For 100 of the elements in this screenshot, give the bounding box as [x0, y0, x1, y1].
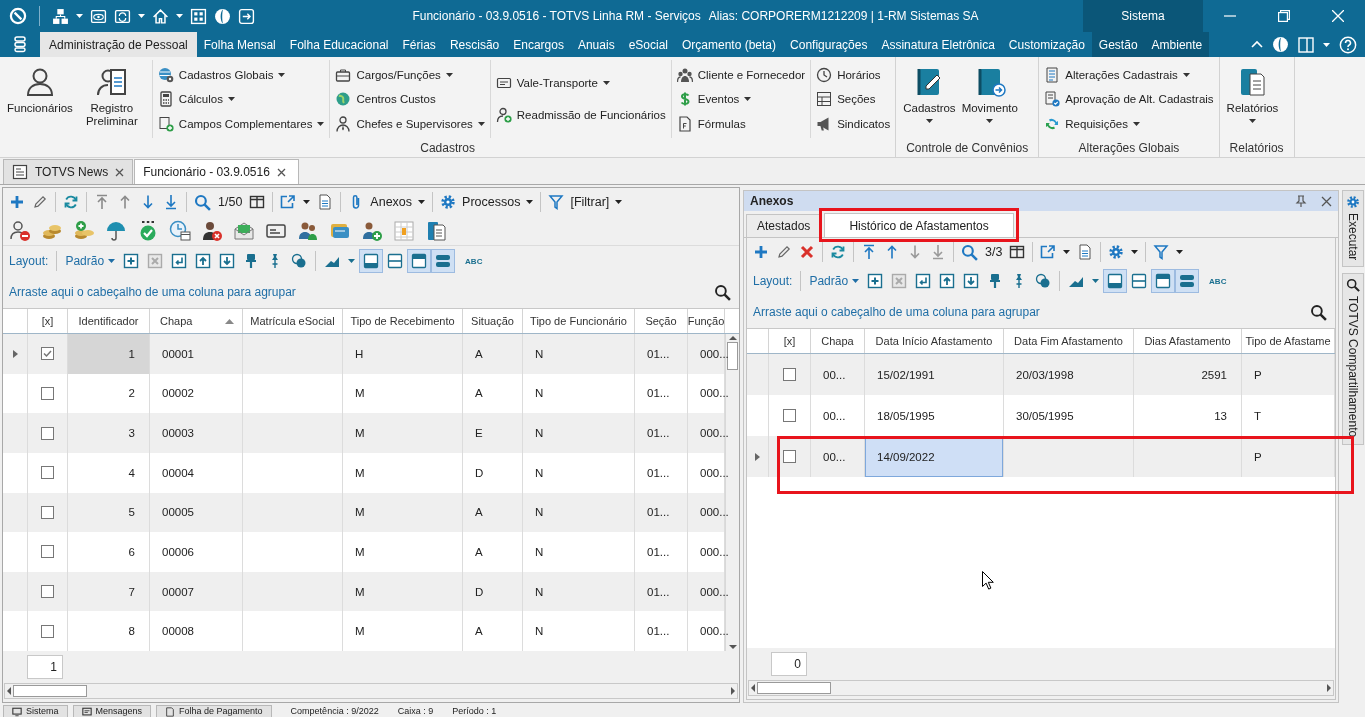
- column-header[interactable]: Seção: [635, 309, 688, 333]
- view-toggle[interactable]: [1103, 269, 1128, 293]
- layout-dropdown[interactable]: Padrão: [809, 274, 860, 288]
- document-tab[interactable]: TOTVS News: [3, 159, 134, 184]
- exit-icon[interactable]: [238, 7, 255, 25]
- ribbon-button[interactable]: Relatórios: [1224, 66, 1281, 123]
- globe-icon[interactable]: [214, 7, 231, 25]
- first-record-icon[interactable]: [861, 244, 877, 260]
- add-box-icon[interactable]: [867, 273, 884, 289]
- view-toggle[interactable]: [431, 249, 456, 273]
- row-checkbox[interactable]: [41, 426, 54, 440]
- menu-tab[interactable]: Gestão: [1091, 32, 1145, 57]
- column-header[interactable]: [x]: [28, 309, 68, 333]
- close-icon[interactable]: [276, 167, 286, 177]
- caret-icon[interactable]: [1176, 250, 1184, 254]
- box-up-icon[interactable]: [939, 273, 956, 289]
- horizontal-scrollbar[interactable]: [4, 683, 738, 699]
- side-panel-tab[interactable]: Executar: [1342, 190, 1364, 268]
- box-down-icon[interactable]: [219, 253, 236, 269]
- ribbon-button[interactable]: Funcionários: [5, 66, 75, 115]
- refresh-window-icon[interactable]: [114, 7, 131, 25]
- column-header[interactable]: Situação: [463, 309, 523, 333]
- coins-plus-icon[interactable]: [73, 219, 95, 242]
- search-icon[interactable]: [714, 283, 731, 301]
- menu-tab[interactable]: Rescisão: [442, 32, 507, 57]
- row-checkbox[interactable]: [41, 347, 54, 361]
- panel-tab[interactable]: Atestados: [746, 214, 822, 237]
- overlapping-circles-icon[interactable]: [291, 253, 308, 269]
- column-header[interactable]: Dias Afastamento: [1134, 329, 1242, 353]
- caret-icon[interactable]: [1131, 250, 1139, 254]
- ribbon-button[interactable]: Movimento: [959, 66, 1020, 123]
- row-checkbox[interactable]: [41, 386, 54, 400]
- menu-tab[interactable]: Orçamento (beta): [675, 32, 784, 57]
- column-header[interactable]: Tipo de Funcionário: [523, 309, 635, 333]
- refresh-icon[interactable]: [830, 244, 846, 260]
- view-toggle[interactable]: [407, 249, 432, 273]
- ribbon-button[interactable]: Readmissão de Funcionários: [495, 105, 666, 126]
- row-checkbox[interactable]: [41, 585, 54, 599]
- scroll-thumb[interactable]: [757, 682, 831, 694]
- row-checkbox[interactable]: [783, 450, 796, 463]
- menu-tab[interactable]: Administração de Pessoal: [40, 32, 197, 57]
- grid-icon[interactable]: [190, 7, 207, 25]
- box-return-icon[interactable]: [171, 253, 188, 269]
- menu-tab[interactable]: Anuais: [570, 32, 622, 57]
- column-header[interactable]: Tipo de Recebimento: [343, 309, 463, 333]
- document-icon[interactable]: [317, 194, 334, 210]
- column-header[interactable]: Data Início Afastamento: [865, 329, 1004, 353]
- status-tab[interactable]: Sistema: [3, 705, 68, 717]
- clock-calendar-icon[interactable]: [169, 219, 191, 242]
- scroll-thumb[interactable]: [13, 685, 87, 697]
- eye-icon[interactable]: [90, 7, 107, 25]
- refresh-icon[interactable]: [63, 194, 79, 210]
- dropdown-button[interactable]: Anexos: [348, 194, 426, 210]
- pin-icon[interactable]: [1295, 195, 1307, 207]
- row-checkbox[interactable]: [41, 505, 54, 519]
- ribbon-button[interactable]: Cálculos: [157, 89, 325, 109]
- last-record-icon[interactable]: [163, 194, 179, 210]
- row-checkbox[interactable]: [783, 368, 796, 381]
- delete-icon[interactable]: [799, 244, 815, 260]
- org-chart-icon[interactable]: [52, 7, 69, 25]
- row-checkbox[interactable]: [41, 466, 54, 480]
- row-checkbox[interactable]: [783, 409, 796, 422]
- caret-icon[interactable]: [303, 200, 311, 204]
- ribbon-button[interactable]: Chefes e Supervisores: [335, 113, 485, 134]
- person-x-icon[interactable]: [201, 219, 223, 242]
- panel-layout-icon[interactable]: [1298, 36, 1314, 53]
- menu-tab[interactable]: Folha Educacional: [282, 32, 396, 57]
- help-icon[interactable]: [1339, 35, 1357, 54]
- add-icon[interactable]: [9, 194, 25, 210]
- view-toggle[interactable]: [1175, 269, 1200, 293]
- ribbon-button[interactable]: Requisições: [1044, 113, 1214, 134]
- close-icon[interactable]: [1321, 195, 1332, 207]
- ribbon-button[interactable]: Centros Custos: [335, 89, 485, 109]
- overlapping-circles-icon[interactable]: [1035, 273, 1052, 289]
- add-icon[interactable]: [753, 244, 769, 260]
- menu-icon[interactable]: [12, 36, 28, 53]
- ribbon-button[interactable]: Seções: [816, 89, 891, 109]
- first-record-icon[interactable]: [94, 194, 110, 210]
- document-tab[interactable]: Funcionário - 03.9.0516: [134, 159, 299, 184]
- side-panel-tab[interactable]: TOTVS Compartilhamento: [1342, 273, 1364, 445]
- dropdown-button[interactable]: [Filtrar]: [548, 194, 623, 210]
- column-header[interactable]: Data Fim Afastamento: [1004, 329, 1134, 353]
- restore-icon[interactable]: [1278, 10, 1290, 22]
- ribbon-button[interactable]: Horários: [816, 64, 891, 85]
- export-icon[interactable]: [280, 194, 297, 210]
- document-icon[interactable]: [1077, 244, 1094, 260]
- menu-tab[interactable]: Férias: [395, 32, 443, 57]
- globe-icon[interactable]: [1272, 36, 1289, 53]
- ribbon-button[interactable]: Cargos/Funções: [335, 64, 485, 85]
- menu-tab[interactable]: Customização: [1001, 32, 1092, 57]
- column-header[interactable]: Tipo de Afastame: [1242, 329, 1335, 353]
- ribbon-button[interactable]: Cadastros Globais: [157, 64, 325, 85]
- spelling-button[interactable]: ABC: [1209, 276, 1227, 286]
- person-minus-icon[interactable]: [9, 219, 31, 242]
- scroll-thumb[interactable]: [727, 342, 738, 370]
- export-icon[interactable]: [1040, 244, 1057, 260]
- menu-tab[interactable]: eSocial: [621, 32, 675, 57]
- view-toggle[interactable]: [359, 249, 384, 273]
- ribbon-button[interactable]: Eventos: [676, 89, 806, 109]
- row-checkbox[interactable]: [41, 545, 54, 559]
